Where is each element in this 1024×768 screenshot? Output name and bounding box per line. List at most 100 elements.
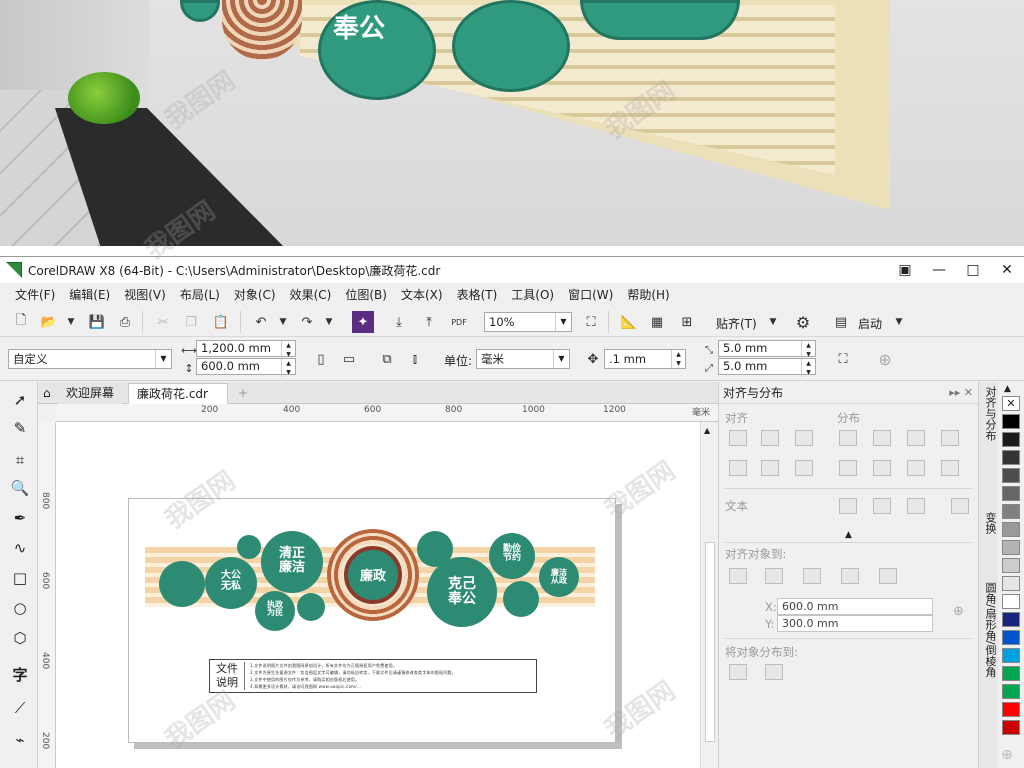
all-pages-icon[interactable]: ⧉ [376,348,398,370]
menu-file[interactable]: 文件(F) [8,284,62,306]
drawing-page[interactable]: 大公 无私 清正 廉洁 执政 为民 廉政 克己 奉公 勤俭 节约 廉洁 从政 文… [128,498,616,743]
text-outline-icon[interactable] [951,498,969,514]
menu-table[interactable]: 表格(T) [450,284,505,306]
color-swatch[interactable] [1002,414,1020,429]
crop-tool-icon[interactable]: ⌗ [8,448,32,472]
scrollbar-thumb[interactable] [705,542,715,742]
drawing-canvas[interactable]: 大公 无私 清正 廉洁 执政 为民 廉政 克己 奉公 勤俭 节约 廉洁 从政 文… [56,422,700,768]
align-center-h-icon[interactable] [761,430,779,446]
distribute-bottom-icon[interactable] [941,460,959,476]
color-swatch[interactable] [1002,558,1020,573]
print-icon[interactable]: ⎙ [114,311,136,333]
export-icon[interactable]: ⤒ [418,311,440,333]
open-dropdown-icon[interactable]: ▼ [60,311,82,333]
spinner-icon[interactable]: ▲ ▼ [281,341,295,359]
launch-label[interactable]: 启动 [858,315,882,332]
user-icon[interactable]: ▣ [888,257,922,283]
menu-text[interactable]: 文本(X) [394,284,450,306]
close-button[interactable]: ✕ [990,257,1024,283]
spinner-icon[interactable]: ▲ ▼ [281,359,295,377]
tab-welcome-screen[interactable]: 欢迎屏幕 [58,383,123,404]
color-swatch[interactable] [1002,450,1020,465]
tab-fillet-scallop-chamfer[interactable]: 圆角/扇形角/倒棱角 [982,582,997,677]
duplicate-y-field[interactable]: 5.0 mm ▲ ▼ [718,358,816,377]
lotus-wall-artwork[interactable]: 大公 无私 清正 廉洁 执政 为民 廉政 克己 奉公 勤俭 节约 廉洁 从政 [145,519,595,639]
cut-icon[interactable]: ✂ [152,311,174,333]
search-content-icon[interactable]: ✦ [352,311,374,333]
color-swatch[interactable] [1002,720,1020,735]
distribute-to-page-icon[interactable] [765,664,783,680]
polygon-tool-icon[interactable]: ⬡ [8,626,32,650]
page-center-icon[interactable] [803,568,821,584]
spinner-icon[interactable]: ▲ ▼ [801,359,815,377]
minimize-button[interactable]: — [922,257,956,283]
menu-effects[interactable]: 效果(C) [283,284,339,306]
menu-window[interactable]: 窗口(W) [561,284,620,306]
tab-align-distribute[interactable]: 对齐与分布 [982,386,997,441]
nudge-distance-field[interactable]: .1 mm ▲ ▼ [604,349,686,369]
menu-help[interactable]: 帮助(H) [620,284,676,306]
distribute-center-icon[interactable] [873,430,891,446]
portrait-icon[interactable]: ▯ [310,348,332,370]
distribute-left-icon[interactable] [839,430,857,446]
align-left-icon[interactable] [729,430,747,446]
file-description-box[interactable]: 文件 说明 1.文件说明图片文件由我图网原创设计，所有文件均为正版授权用户免费使… [209,659,537,693]
tab-document[interactable]: 廉政荷花.cdr [128,383,228,404]
menu-object[interactable]: 对象(C) [227,284,283,306]
application-launcher-icon[interactable]: ▤ [830,311,852,333]
spinner-icon[interactable]: ▲ ▼ [801,341,815,359]
color-swatch[interactable] [1002,576,1020,591]
text-tool-icon[interactable]: 字 [8,662,32,686]
menu-edit[interactable]: 编辑(E) [62,284,117,306]
text-last-line-icon[interactable] [873,498,891,514]
shape-tool-icon[interactable]: ✎ [8,416,32,440]
menu-view[interactable]: 视图(V) [117,284,173,306]
show-guidelines-icon[interactable]: ⊞ [676,311,698,333]
color-swatch[interactable] [1002,504,1020,519]
menu-layout[interactable]: 布局(L) [173,284,227,306]
connector-tool-icon[interactable]: ⌁ [8,728,32,752]
publish-pdf-icon[interactable]: PDF [448,311,470,333]
page-width-field[interactable]: 1,200.0 mm ▲ ▼ [196,340,296,359]
distribute-top-icon[interactable] [839,460,857,476]
align-center-v-icon[interactable] [761,460,779,476]
tab-transform[interactable]: 变换 [982,512,997,534]
new-document-icon[interactable]: 🗋 [10,311,32,333]
page-border-icon[interactable]: ⛶ [832,348,854,370]
grid-icon[interactable] [841,568,859,584]
ellipse-tool-icon[interactable]: ○ [8,596,32,620]
duplicate-x-field[interactable]: 5.0 mm ▲ ▼ [718,340,816,359]
color-swatch[interactable] [1002,486,1020,501]
color-swatch[interactable] [1002,666,1020,681]
page-height-field[interactable]: 600.0 mm ▲ ▼ [196,358,296,377]
redo-dropdown-icon[interactable]: ▼ [318,311,340,333]
open-folder-icon[interactable]: 📂 [38,311,60,333]
gear-icon[interactable]: ⚙ [792,311,814,333]
x-coordinate-field[interactable]: 600.0 mm [777,598,933,615]
distribute-to-selection-icon[interactable] [729,664,747,680]
freehand-tool-icon[interactable]: ✒ [8,506,32,530]
show-rulers-icon[interactable]: 📐 [618,311,640,333]
spinner-icon[interactable]: ▲ ▼ [671,350,685,368]
undo-icon[interactable]: ↶ [250,311,272,333]
distribute-vspacing-icon[interactable] [907,460,925,476]
color-swatch[interactable] [1002,648,1020,663]
undo-dropdown-icon[interactable]: ▼ [272,311,294,333]
zoom-tool-icon[interactable]: 🔍 [8,476,32,500]
chevron-down-icon[interactable]: ▼ [762,311,784,333]
snap-to-dropdown[interactable]: 贴齐(T) [716,315,757,332]
vertical-ruler[interactable]: 800 600 400 200 [38,422,56,768]
dimension-tool-icon[interactable]: ⟋ [8,696,32,720]
page-edge-icon[interactable] [765,568,783,584]
text-first-line-icon[interactable] [839,498,857,514]
color-swatch[interactable] [1002,594,1020,609]
vertical-scrollbar[interactable]: ▲ [700,422,718,768]
distribute-spacing-icon[interactable] [907,430,925,446]
color-swatch[interactable] [1002,684,1020,699]
current-page-icon[interactable]: ⫾ [404,348,426,370]
add-icon[interactable]: ⊕ [874,348,896,370]
menu-tools[interactable]: 工具(O) [504,284,561,306]
color-swatch[interactable] [1002,630,1020,645]
home-icon[interactable]: ⌂ [40,383,54,404]
new-tab-icon[interactable]: + [230,383,256,404]
